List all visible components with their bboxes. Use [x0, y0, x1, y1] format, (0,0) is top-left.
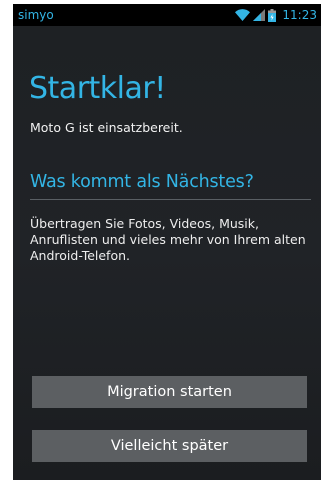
wifi-icon: [235, 9, 251, 21]
status-bar: simyo 11:23: [13, 4, 321, 26]
maybe-later-button[interactable]: Vielleicht später: [32, 430, 307, 462]
battery-icon: [268, 8, 277, 22]
section-heading: Was kommt als Nächstes?: [30, 172, 254, 192]
clock: 11:23: [282, 8, 317, 22]
signal-icon: [253, 9, 266, 21]
phone-screen: simyo 11:23 Startklar! Moto G ist einsat…: [13, 4, 321, 480]
device-ready-text: Moto G ist einsatzbereit.: [30, 120, 183, 135]
page-title: Startklar!: [29, 71, 166, 106]
start-migration-button[interactable]: Migration starten: [32, 376, 307, 408]
status-icons: 11:23: [235, 7, 317, 23]
section-divider: [30, 199, 311, 200]
description-text: Übertragen Sie Fotos, Videos, Musik, Anr…: [30, 216, 306, 263]
carrier-name: simyo: [18, 8, 54, 22]
